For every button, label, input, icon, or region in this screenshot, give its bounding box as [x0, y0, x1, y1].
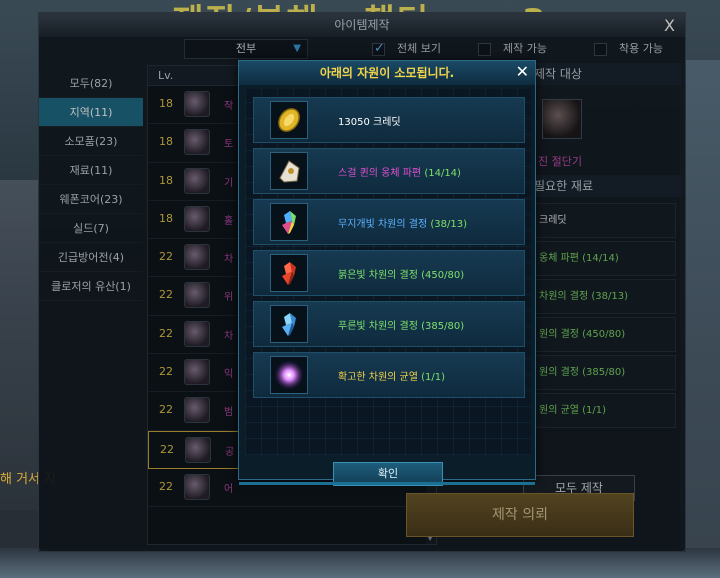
- cost-name: 무지개빛 차원의 결정: [338, 219, 428, 230]
- rainbow-crystal-icon: [270, 203, 308, 241]
- cost-name: 스걸 퀸의 옹체 파편: [338, 168, 422, 179]
- red-crystal-icon: [270, 254, 308, 292]
- cost-row: 푸른빛 차원의 결정 (385/80): [253, 301, 525, 347]
- cost-list: 13050 크레딧 스걸 퀸의 옹체 파편 (14/14) 무지개빛 차원의 결…: [245, 89, 531, 455]
- cost-row: 붉은빛 차원의 결정 (450/80): [253, 250, 525, 296]
- dimension-rift-icon: [270, 356, 308, 394]
- blue-crystal-icon: [270, 305, 308, 343]
- cost-name: 푸른빛 차원의 결정: [338, 321, 418, 332]
- background-ground: [0, 548, 720, 578]
- background-scenery-right: [680, 60, 720, 560]
- cost-row: 13050 크레딧: [253, 97, 525, 143]
- emblem-fragment-icon: [270, 152, 308, 190]
- cost-count: (1/1): [421, 372, 446, 383]
- cost-row: 확고한 차원의 균열 (1/1): [253, 352, 525, 398]
- cost-name: 확고한 차원의 균열: [338, 372, 418, 383]
- dialog-title: 아래의 자원이 소모됩니다.: [239, 61, 535, 85]
- cost-row: 무지개빛 차원의 결정 (38/13): [253, 199, 525, 245]
- cost-count: (38/13): [430, 219, 467, 230]
- cost-name: 붉은빛 차원의 결정: [338, 270, 418, 281]
- cost-name: 13050 크레딧: [338, 117, 401, 128]
- cost-count: (450/80): [421, 270, 465, 281]
- credit-coin-icon: [270, 101, 308, 139]
- resource-confirm-dialog: 아래의 자원이 소모됩니다. ✕ 13050 크레딧 스걸 퀸의 옹체 파편 (…: [238, 60, 536, 486]
- cost-count: (385/80): [421, 321, 465, 332]
- cost-row: 스걸 퀸의 옹체 파편 (14/14): [253, 148, 525, 194]
- cost-count: (14/14): [424, 168, 461, 179]
- dialog-close-button[interactable]: ✕: [516, 62, 529, 81]
- dialog-divider: [239, 482, 535, 485]
- background-scenery-left: [0, 180, 40, 510]
